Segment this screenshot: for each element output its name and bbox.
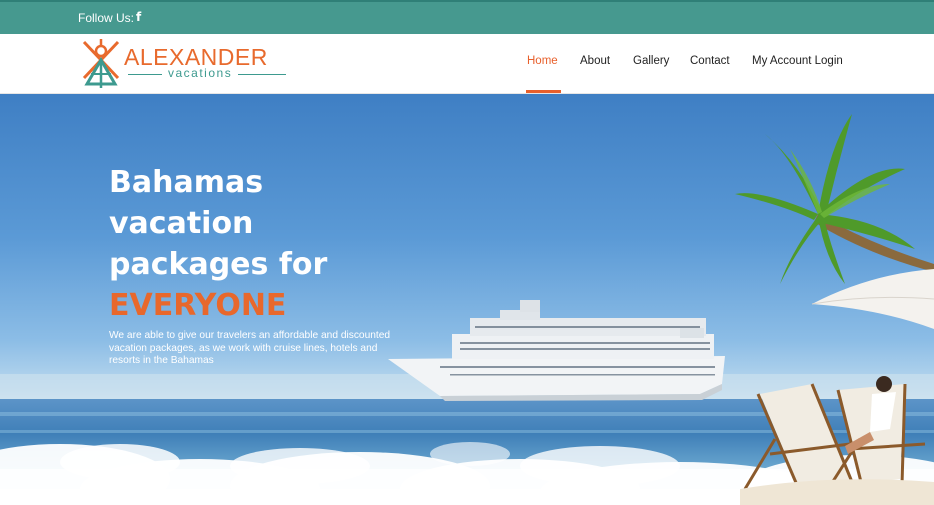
active-nav-indicator xyxy=(526,90,561,93)
palm-tree-graphic xyxy=(735,114,934,284)
logo-subtitle: vacations xyxy=(162,66,239,80)
site-logo[interactable]: ALEXANDER vacations xyxy=(80,38,290,90)
umbrella-graphic xyxy=(812,269,934,329)
facebook-icon[interactable]: f xyxy=(136,10,141,24)
nav-item-about[interactable]: About xyxy=(580,55,610,67)
headline-line-2: vacation xyxy=(109,206,254,241)
nav-item-gallery[interactable]: Gallery xyxy=(633,55,669,67)
headline-line-3: packages for xyxy=(109,247,328,282)
top-bar: Follow Us: f xyxy=(0,0,934,34)
headline-accent: EVERYONE xyxy=(109,288,287,323)
main-navbar: ALEXANDER vacations Home About Gallery C… xyxy=(0,34,934,94)
nav-item-contact[interactable]: Contact xyxy=(690,55,730,67)
hero-headline: Bahamas vacation packages for EVERYONE xyxy=(109,162,409,326)
headline-line-1: Bahamas xyxy=(109,165,264,200)
follow-us-label: Follow Us: xyxy=(78,11,135,25)
cruise-ship-graphic xyxy=(388,300,725,401)
hero-tagline: We are able to give our travelers an aff… xyxy=(109,330,391,366)
anchor-cross-icon xyxy=(82,39,120,88)
hero-banner: Bahamas vacation packages for EVERYONE W… xyxy=(0,94,934,505)
nav-item-my-account-login[interactable]: My Account Login xyxy=(752,55,843,67)
nav-item-home[interactable]: Home xyxy=(527,55,558,67)
